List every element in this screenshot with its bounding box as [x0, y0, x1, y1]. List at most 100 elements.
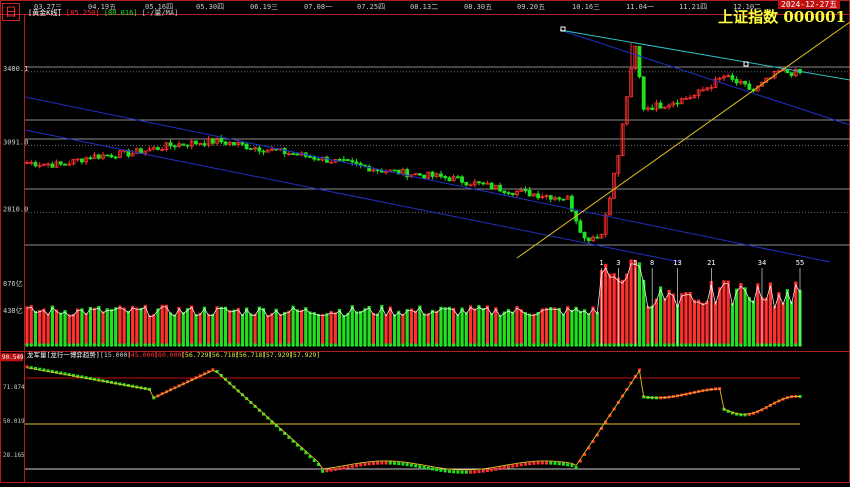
candle-body [350, 160, 355, 163]
volume-bar [190, 305, 194, 346]
volume-bar [680, 293, 684, 346]
volume-bar [392, 314, 397, 346]
volume-dot [33, 343, 38, 347]
volume-bar [177, 306, 181, 346]
volume-dot [118, 343, 122, 347]
volume-dot [329, 343, 333, 347]
indicator-mark [431, 467, 435, 471]
fib-time-label: 55 [796, 259, 804, 267]
volume-dot [126, 343, 131, 347]
volume-dot [536, 343, 540, 347]
candle-body [455, 176, 460, 179]
volume-bar [109, 309, 114, 346]
volume-dot [67, 343, 71, 347]
volume-dot [274, 343, 278, 347]
volume-bar [713, 301, 718, 346]
candle-body [109, 154, 114, 158]
volume-dot [785, 343, 790, 347]
volume-bar [266, 315, 270, 346]
volume-bar [126, 311, 130, 346]
volume-bar [283, 311, 287, 346]
volume-dot [561, 343, 566, 347]
volume-dot [578, 343, 583, 347]
volume-dot [333, 343, 338, 347]
volume-bar [312, 312, 316, 346]
indicator-mark [388, 461, 392, 465]
volume-bar [253, 313, 257, 346]
volume-dot [282, 343, 287, 347]
volume-bar [612, 273, 616, 346]
volume-dot [325, 343, 329, 347]
volume-bar [781, 302, 785, 346]
candle-body [308, 155, 312, 158]
stock-chart[interactable]: 03.27三 04.19五 05.16四 05.30四 06.19三 07.08一 07.2… [0, 0, 850, 483]
indicator-mark [511, 464, 515, 468]
volume-bar [80, 308, 84, 346]
volume-dot [620, 343, 625, 347]
volume-bar [308, 311, 312, 346]
candle-body [586, 237, 591, 242]
indicator-mark [561, 462, 565, 466]
indicator-mark [469, 470, 473, 474]
volume-dot [426, 343, 430, 347]
candle-body [443, 176, 448, 179]
candle-body [172, 145, 177, 148]
indicator-mark [418, 465, 422, 469]
indicator-mark [371, 461, 375, 465]
calendar-icon[interactable]: 日 [2, 3, 20, 21]
volume-bar [722, 280, 726, 346]
volume-dot [270, 343, 274, 347]
volume-bar [574, 306, 578, 346]
volume-dot [384, 343, 388, 347]
candle-body [439, 173, 443, 177]
volume-dot [430, 343, 435, 347]
volume-dot [718, 343, 722, 347]
candle-body [291, 153, 296, 156]
volume-dot [236, 343, 240, 347]
candle-body [156, 147, 160, 150]
candle-body [502, 190, 507, 194]
volume-dot [401, 343, 405, 347]
indicator-mark [452, 470, 456, 474]
indicator-tick: 28.165 [3, 452, 25, 459]
volume-dot [502, 343, 507, 347]
volume-bar [490, 313, 494, 346]
candle-body [430, 171, 435, 177]
candle-body [641, 76, 646, 110]
volume-bar [629, 259, 633, 346]
volume-bar [33, 310, 38, 346]
candle-body [658, 102, 663, 109]
down-channel-line [559, 29, 850, 126]
volume-dot [413, 343, 418, 347]
volume-dot [418, 343, 422, 347]
indicator-mark [414, 464, 418, 468]
volume-dot [316, 343, 321, 347]
volume-bar [688, 292, 692, 346]
indicator-mark [566, 463, 570, 467]
volume-dot [747, 343, 752, 347]
volume-bar [257, 306, 261, 346]
fib-time-label: 13 [673, 259, 681, 267]
candle-body [295, 153, 300, 156]
rising-trend-line [516, 21, 850, 259]
volume-bar [735, 288, 739, 346]
volume-bar [570, 309, 574, 346]
candle-body [548, 195, 553, 200]
price-tick: 3400.1 [3, 65, 28, 73]
volume-dot [456, 343, 460, 347]
volume-bar [730, 303, 735, 346]
candle-body [63, 163, 67, 166]
volume-dot [156, 343, 160, 347]
volume-bar [223, 306, 228, 346]
volume-dot [190, 343, 194, 347]
fib-time-label: 8 [650, 259, 654, 267]
volume-dot [498, 343, 502, 347]
volume-dot [299, 343, 304, 347]
volume-bar [147, 315, 152, 346]
indicator-mark [519, 463, 523, 467]
volume-bar [67, 314, 71, 346]
volume-bar [515, 306, 519, 346]
volume-dot [764, 343, 768, 347]
volume-dot [29, 343, 33, 347]
time-label: 07.08一 [304, 3, 332, 11]
